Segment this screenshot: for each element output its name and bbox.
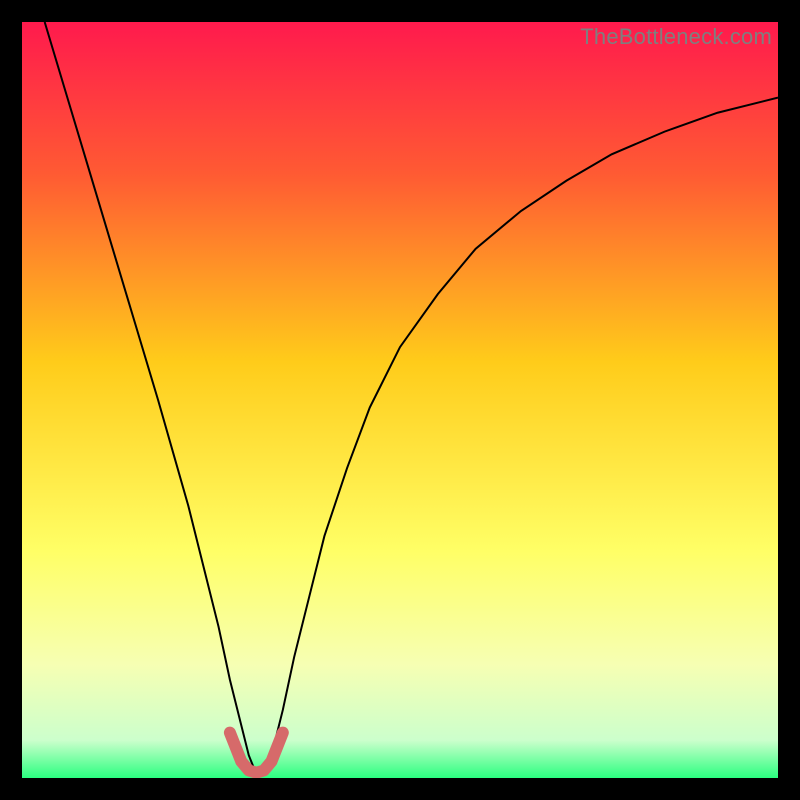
chart-frame: TheBottleneck.com	[22, 22, 778, 778]
bottleneck-chart	[22, 22, 778, 778]
gradient-background	[22, 22, 778, 778]
watermark-text: TheBottleneck.com	[580, 24, 772, 50]
